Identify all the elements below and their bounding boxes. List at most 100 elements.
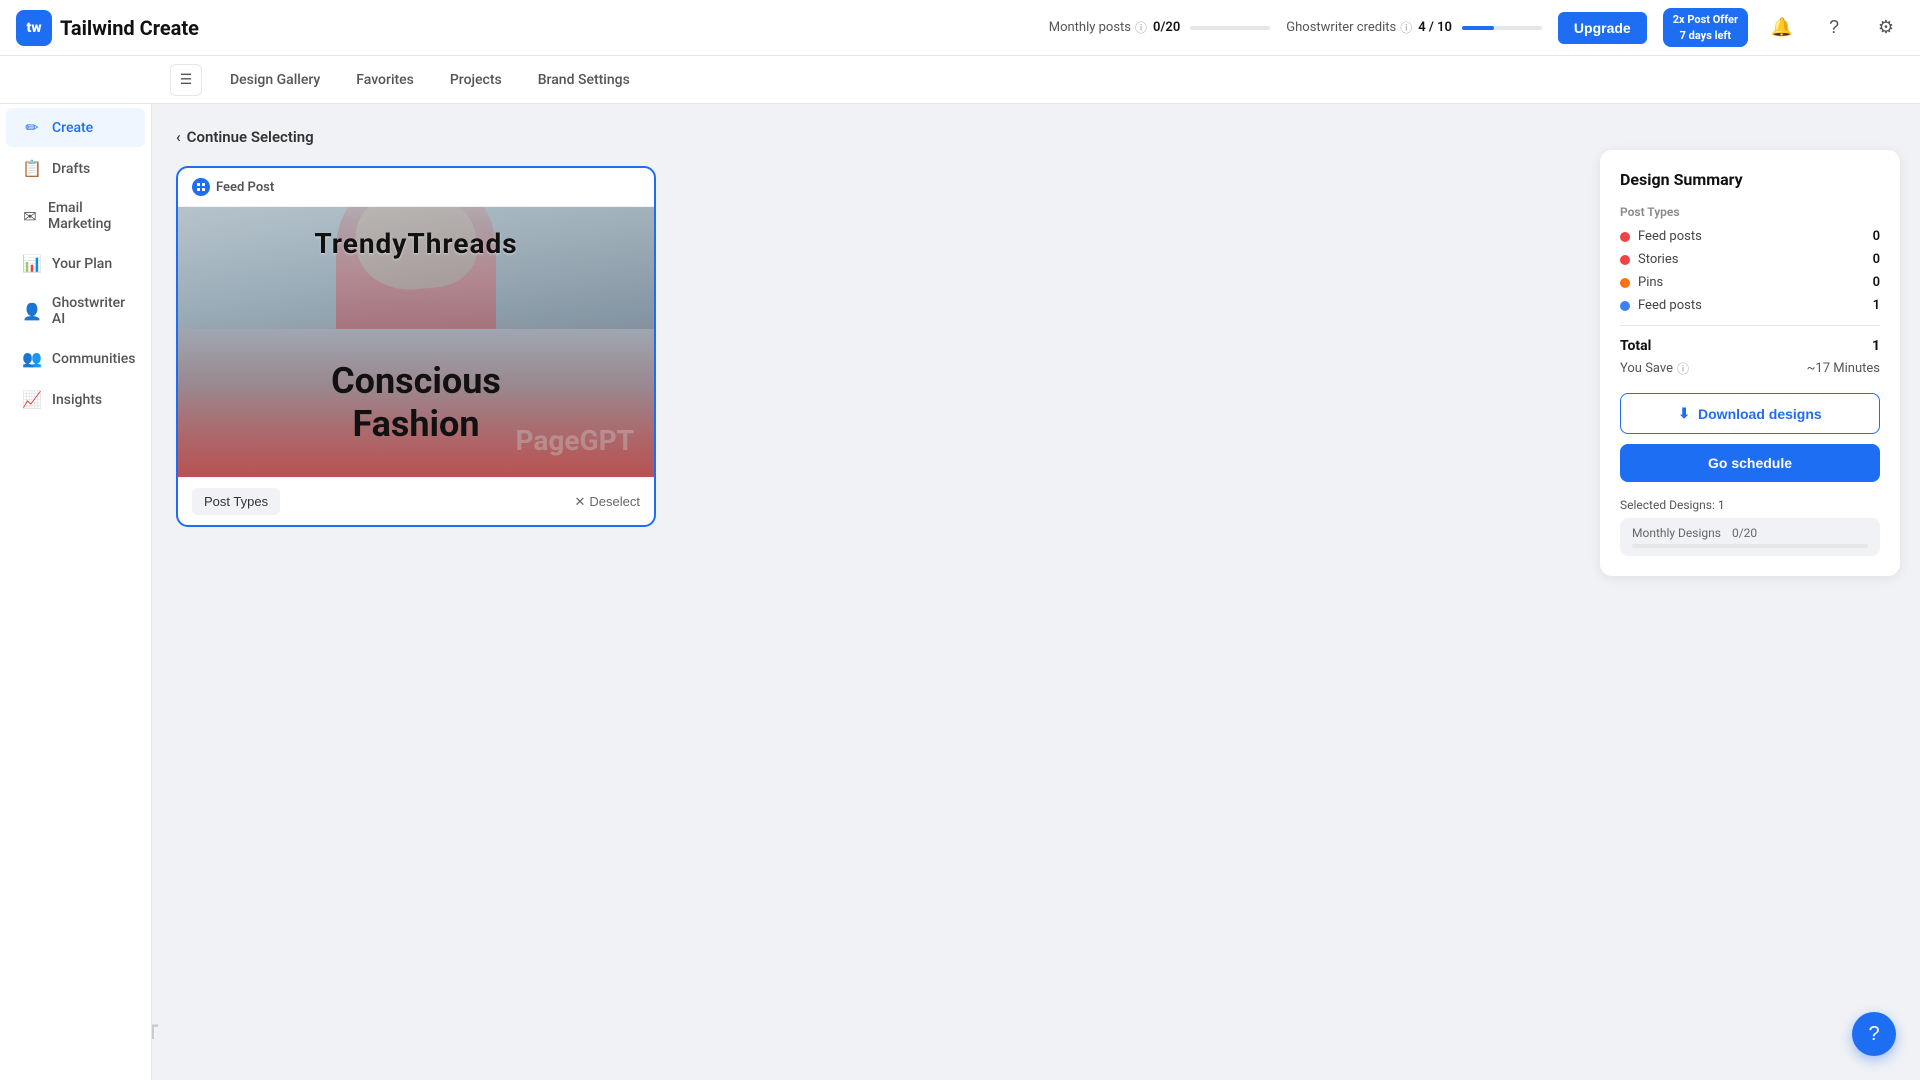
sidebar-item-label-ghostwriter: Ghostwriter AI: [52, 295, 129, 327]
sidebar-item-your-plan[interactable]: 📊 Your Plan: [6, 244, 145, 283]
nav-item-design-gallery[interactable]: Design Gallery: [214, 64, 336, 96]
monthly-designs-bar-container: Monthly Designs 0/20: [1620, 518, 1880, 556]
feed-posts-2-label: Feed posts: [1638, 298, 1702, 313]
sidebar-item-create[interactable]: ✏ Create: [6, 108, 145, 147]
sidebar-item-email-marketing[interactable]: ✉ Email Marketing: [6, 190, 145, 242]
help-fab-button[interactable]: ?: [1852, 1012, 1896, 1056]
summary-divider: [1620, 325, 1880, 326]
save-row: You Save ⓘ ~17 Minutes: [1620, 360, 1880, 377]
pins-count: 0: [1873, 275, 1880, 290]
sidebar-item-label-create: Create: [52, 120, 93, 136]
monthly-posts-value: 0/20: [1153, 20, 1180, 35]
deselect-button[interactable]: ✕ Deselect: [575, 494, 640, 510]
feed-posts-1-label: Feed posts: [1638, 229, 1702, 244]
sidebar-item-label-drafts: Drafts: [52, 161, 90, 177]
image-bottom: Conscious Fashion: [178, 329, 654, 478]
topbar-right: Monthly posts ⓘ 0/20 Ghostwriter credits…: [1049, 8, 1904, 47]
sidebar-item-label-insights: Insights: [52, 392, 102, 408]
feed-posts-2-dot: [1620, 301, 1630, 311]
ghostwriter-credits-stat: Ghostwriter credits ⓘ 4 / 10: [1286, 19, 1542, 36]
post-types-button[interactable]: Post Types: [192, 488, 280, 515]
design-summary-panel: Design Summary Post Types Feed posts 0 S…: [1600, 150, 1900, 576]
you-save-value: ~17 Minutes: [1807, 361, 1880, 376]
pins-dot: [1620, 278, 1630, 288]
feed-posts-2-count: 1: [1873, 298, 1880, 313]
monthly-designs-track: [1632, 544, 1868, 548]
topbar-left: tw Tailwind Create: [16, 10, 199, 46]
back-link[interactable]: ‹ Continue Selecting: [176, 128, 1896, 146]
download-designs-button[interactable]: ⬇ Download designs: [1620, 393, 1880, 434]
card-footer: Post Types ✕ Deselect: [178, 477, 654, 525]
download-icon: ⬇: [1678, 405, 1690, 422]
pins-label: Pins: [1638, 275, 1663, 290]
back-arrow-icon: ‹: [176, 128, 181, 146]
sidebar: ⌂ Home ✏ Create 📋 Drafts ✉ Email Marketi…: [0, 56, 152, 1080]
topbar: tw Tailwind Create Monthly posts ⓘ 0/20 …: [0, 0, 1920, 56]
insights-icon: 📈: [22, 390, 42, 409]
selected-designs-label: Selected Designs: 1: [1620, 498, 1725, 512]
monthly-posts-stat: Monthly posts ⓘ 0/20: [1049, 19, 1271, 36]
info-icon-monthly: ⓘ: [1135, 19, 1147, 36]
ghostwriter-icon: 👤: [22, 302, 42, 321]
info-icon-save: ⓘ: [1677, 360, 1689, 377]
sidebar-item-label-communities: Communities: [52, 351, 136, 367]
plan-icon: 📊: [22, 254, 42, 273]
sidebar-item-label-email: Email Marketing: [48, 200, 129, 232]
summary-row-feed-posts-1: Feed posts 0: [1620, 229, 1880, 244]
fashion-text: Conscious Fashion: [331, 360, 501, 446]
sidebar-item-ghostwriter-ai[interactable]: 👤 Ghostwriter AI: [6, 285, 145, 337]
sidebar-item-drafts[interactable]: 📋 Drafts: [6, 149, 145, 188]
summary-row-pins: Pins 0: [1620, 275, 1880, 290]
navbar: ☰ Design Gallery Favorites Projects Bran…: [0, 56, 1920, 104]
card-image: TrendyThreads Conscious Fashion PageGPT: [178, 207, 654, 477]
sidebar-item-label-plan: Your Plan: [52, 256, 112, 272]
help-button[interactable]: ?: [1816, 10, 1852, 46]
info-icon-ghostwriter: ⓘ: [1400, 19, 1412, 36]
total-value: 1: [1872, 338, 1880, 354]
go-schedule-button[interactable]: Go schedule: [1620, 444, 1880, 482]
summary-row-stories: Stories 0: [1620, 252, 1880, 267]
sidebar-item-insights[interactable]: 📈 Insights: [6, 380, 145, 419]
monthly-posts-label: Monthly posts: [1049, 20, 1131, 35]
fashion-image: TrendyThreads Conscious Fashion PageGPT: [178, 207, 654, 477]
feed-post-label: Feed Post: [216, 180, 274, 195]
app-title: Tailwind Create: [60, 16, 199, 40]
nav-item-brand-settings[interactable]: Brand Settings: [522, 64, 646, 96]
you-save-label: You Save: [1620, 361, 1673, 376]
nav-item-projects[interactable]: Projects: [434, 64, 518, 96]
monthly-designs-label: Monthly Designs 0/20: [1632, 526, 1868, 540]
notifications-button[interactable]: 🔔: [1764, 10, 1800, 46]
collapse-sidebar-button[interactable]: ☰: [170, 64, 202, 96]
stories-dot: [1620, 255, 1630, 265]
post-types-section-label: Post Types: [1620, 205, 1880, 219]
card-type-label: Feed Post: [178, 168, 654, 207]
create-icon: ✏: [22, 118, 42, 137]
ghostwriter-credits-value: 4 / 10: [1418, 20, 1452, 35]
feed-posts-1-count: 0: [1873, 229, 1880, 244]
back-link-label: Continue Selecting: [187, 128, 314, 146]
summary-row-feed-posts-2: Feed posts 1: [1620, 298, 1880, 313]
stories-label: Stories: [1638, 252, 1678, 267]
summary-title: Design Summary: [1620, 170, 1880, 189]
communities-icon: 👥: [22, 349, 42, 368]
drafts-icon: 📋: [22, 159, 42, 178]
total-row: Total 1: [1620, 338, 1880, 354]
sidebar-item-communities[interactable]: 👥 Communities: [6, 339, 145, 378]
total-label: Total: [1620, 338, 1651, 354]
email-icon: ✉: [22, 207, 38, 226]
feed-post-icon: [192, 178, 210, 196]
stories-count: 0: [1873, 252, 1880, 267]
brand-name: TrendyThreads: [314, 227, 517, 260]
tw-logo: tw: [16, 10, 52, 46]
designs-info: Selected Designs: 1: [1620, 498, 1880, 512]
feed-post-card: Feed Post TrendyThreads: [176, 166, 656, 527]
x-icon: ✕: [575, 494, 586, 510]
settings-button[interactable]: ⚙: [1868, 10, 1904, 46]
monthly-posts-bar: [1190, 26, 1270, 30]
ghostwriter-credits-bar: [1462, 26, 1542, 30]
nav-item-favorites[interactable]: Favorites: [340, 64, 430, 96]
upgrade-button[interactable]: Upgrade: [1558, 12, 1647, 44]
promo-badge: 2x Post Offer 7 days left: [1663, 8, 1748, 47]
feed-posts-1-dot: [1620, 232, 1630, 242]
ghostwriter-credits-label: Ghostwriter credits: [1286, 20, 1396, 35]
